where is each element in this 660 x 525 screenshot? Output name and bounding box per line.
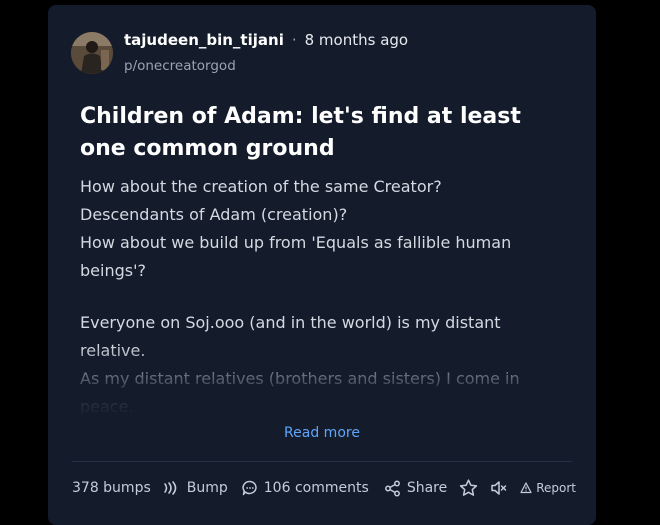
bump-count: 378 bumps	[72, 480, 151, 496]
warning-icon	[520, 482, 532, 494]
share-label: Share	[406, 480, 448, 496]
speaker-mute-icon	[490, 479, 508, 497]
bump-button[interactable]: Bump	[163, 480, 228, 496]
body-line: Descendants of Adam (creation)?	[80, 205, 348, 224]
body-line: How about the creation of the same Creat…	[80, 177, 442, 196]
body-line: Everyone on Soj.ooo (and in the world) i…	[80, 313, 501, 360]
body-line: How about we build up from 'Equals as fa…	[80, 233, 512, 280]
comment-icon	[242, 480, 258, 496]
bump-label: Bump	[186, 480, 228, 496]
report-button[interactable]: Report	[520, 481, 576, 495]
favorite-button[interactable]	[459, 479, 478, 497]
avatar[interactable]	[71, 32, 113, 74]
share-button[interactable]: Share	[384, 480, 447, 497]
post-footer: 378 bumps Bump 106 comments Share Report	[72, 475, 576, 501]
post-body: How about the creation of the same Creat…	[80, 173, 550, 415]
star-icon	[459, 479, 478, 497]
comments-button[interactable]: 106 comments	[242, 480, 369, 496]
comments-count: 106 comments	[263, 480, 369, 496]
post-title[interactable]: Children of Adam: let's find at least on…	[80, 101, 550, 165]
share-icon	[384, 480, 401, 497]
community-link[interactable]: p/onecreatorgod	[124, 58, 236, 74]
divider	[72, 461, 572, 462]
author-row: tajudeen_bin_tijani · 8 months ago	[124, 31, 408, 49]
report-label: Report	[536, 481, 576, 495]
mute-button[interactable]	[490, 479, 508, 497]
read-more-link[interactable]: Read more	[48, 425, 596, 441]
post-time: 8 months ago	[304, 31, 409, 49]
body-line: As my distant relatives (brothers and si…	[80, 369, 520, 415]
separator-dot: ·	[291, 31, 297, 49]
bump-icon	[163, 480, 181, 496]
author-name[interactable]: tajudeen_bin_tijani	[124, 31, 284, 49]
post-card: tajudeen_bin_tijani · 8 months ago p/one…	[48, 5, 596, 525]
